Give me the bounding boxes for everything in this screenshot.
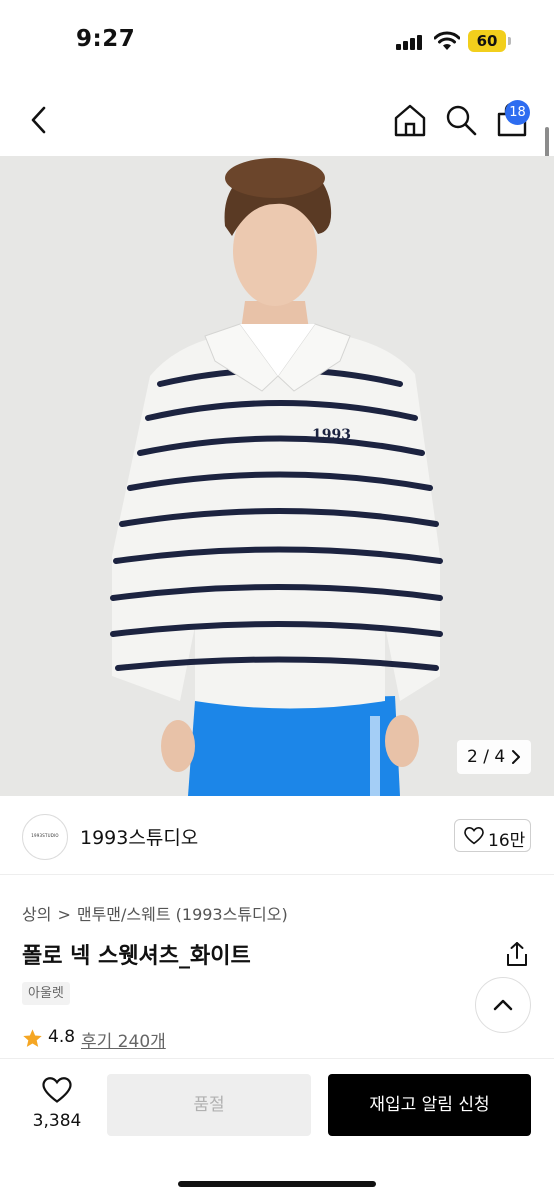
image-counter[interactable]: 2 / 4 [457, 740, 531, 774]
review-count-link[interactable]: 후기 240개 [81, 1027, 166, 1052]
image-counter-text: 2 / 4 [467, 747, 506, 767]
brand-logo[interactable]: 1993STUDIO [22, 814, 68, 860]
bottom-action-bar: 3,384 품절 재입고 알림 신청 [0, 1058, 554, 1200]
heart-icon [42, 1077, 72, 1103]
wishlist-button[interactable]: 3,384 [22, 1075, 92, 1139]
heart-icon [464, 827, 484, 845]
wishlist-count: 3,384 [32, 1111, 82, 1131]
battery-level: 60 [468, 30, 506, 52]
breadcrumb-level1[interactable]: 상의 [22, 905, 51, 924]
search-icon[interactable] [443, 102, 479, 138]
wifi-icon [434, 31, 460, 50]
chevron-up-icon [493, 999, 513, 1011]
star-icon [23, 1029, 42, 1047]
rating-score: 4.8 [48, 1027, 76, 1047]
breadcrumb: 상의 > 맨투맨/스웨트 (1993스튜디오) [22, 901, 288, 925]
back-arrow-icon[interactable] [22, 102, 58, 138]
breadcrumb-separator: > [57, 905, 71, 924]
status-bar: 9:27 60 [0, 0, 554, 84]
brand-logo-text: 1993STUDIO [31, 833, 59, 838]
battery-tip [508, 37, 511, 45]
product-photo-model: 1993 [0, 156, 554, 796]
outlet-tag: 아울렛 [22, 982, 70, 1005]
share-icon[interactable] [503, 940, 531, 968]
status-time: 9:27 [76, 26, 136, 52]
scroll-to-top-button[interactable] [475, 977, 531, 1033]
product-image[interactable]: 1993 [0, 156, 554, 796]
breadcrumb-level2[interactable]: 맨투맨/스웨트 (1993스튜디오) [77, 905, 288, 924]
restock-alert-button[interactable]: 재입고 알림 신청 [328, 1074, 531, 1136]
chevron-right-icon [512, 750, 520, 764]
brand-like-count: 16만 [488, 831, 526, 851]
top-navigation [0, 84, 554, 156]
brand-like-button[interactable]: 16만 [454, 819, 531, 852]
product-title: 폴로 넥 스웻셔츠_화이트 [22, 944, 251, 969]
cellular-signal-icon [396, 34, 424, 50]
brand-row: 1993STUDIO 1993스튜디오 16만 [0, 797, 554, 875]
brand-name[interactable]: 1993스튜디오 [80, 823, 198, 850]
chest-logo: 1993 [312, 427, 351, 443]
home-indicator [178, 1181, 376, 1187]
cart-count-badge: 18 [505, 100, 530, 125]
sold-out-button: 품절 [107, 1074, 311, 1136]
home-icon[interactable] [392, 102, 428, 138]
